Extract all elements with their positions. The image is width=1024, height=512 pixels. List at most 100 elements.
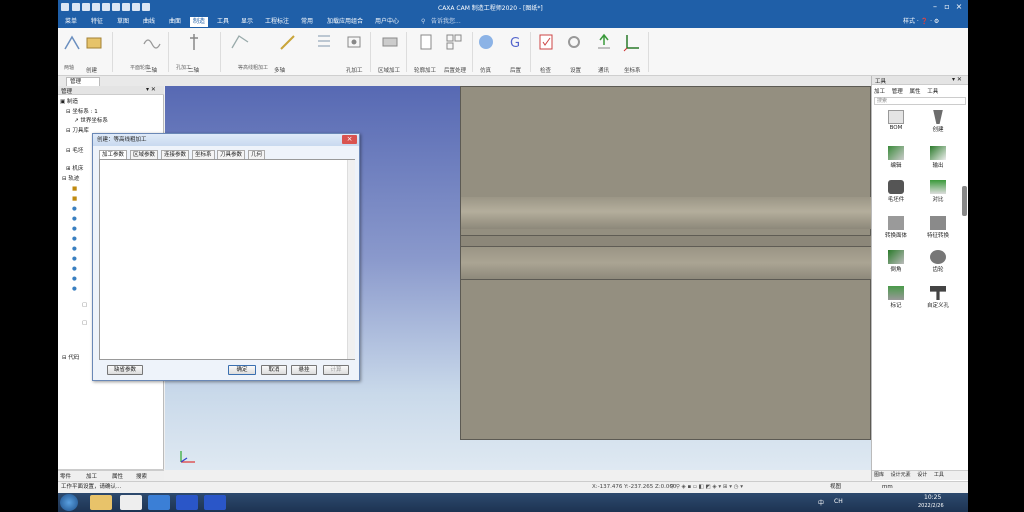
tab-geometry[interactable]: 几何 (248, 150, 266, 159)
tree-item-icon[interactable]: ● (72, 255, 77, 263)
tree-item-icon[interactable]: ● (72, 265, 77, 273)
view-tools[interactable]: ⚲ ⚲ ◈ ▪ ▫ ◧ ◩ ◈ ▾ ⊞ ▾ ◷ ▾ (670, 482, 743, 493)
tab-tool-props[interactable]: 属性 (910, 89, 921, 95)
finishing-button[interactable] (230, 32, 250, 52)
model-part[interactable] (460, 86, 872, 440)
tab-design[interactable]: 设计 (917, 472, 927, 478)
tab-machining[interactable]: 加工 (86, 472, 97, 480)
tool-output[interactable]: 输出 (918, 146, 958, 169)
tree-item-icon[interactable]: ▢ (82, 319, 87, 327)
axis-button[interactable] (622, 32, 642, 52)
tool-create[interactable]: 创建 (918, 110, 958, 133)
sphere-button[interactable] (476, 32, 496, 52)
tool-mark[interactable]: 标记 (876, 286, 916, 309)
post-button[interactable] (416, 32, 436, 52)
new-file-icon[interactable] (72, 3, 80, 11)
tool-edit[interactable]: 编辑 (876, 146, 916, 169)
close-window-button[interactable]: × (954, 2, 964, 12)
tab-gallery[interactable]: 图库 (874, 472, 884, 478)
menu-item-sketch[interactable]: 草图 (114, 17, 132, 27)
clock-date[interactable]: 2022/2/26 (918, 503, 944, 509)
tab-properties[interactable]: 属性 (112, 472, 123, 480)
scrollbar[interactable] (347, 160, 355, 359)
unit-label[interactable]: mm (882, 482, 893, 493)
clock-time[interactable]: 10:25 (924, 494, 941, 501)
tree-root[interactable]: ▣ 制造 (60, 98, 78, 106)
contour-button[interactable] (278, 32, 298, 52)
tab-search[interactable]: 搜索 (136, 472, 147, 480)
notepad-icon[interactable] (120, 495, 142, 510)
print-icon[interactable] (102, 3, 110, 11)
rough-button[interactable] (84, 32, 104, 52)
menu-item-curve[interactable]: 曲线 (140, 17, 158, 27)
code-button[interactable] (444, 32, 464, 52)
caxa-icon[interactable] (176, 495, 198, 510)
tree-item[interactable]: ⊞ 机床 (66, 165, 83, 173)
tree-folder[interactable]: ■ (72, 195, 77, 203)
suspend-button[interactable]: 悬挂 (291, 365, 317, 375)
explorer-icon[interactable] (90, 495, 112, 510)
tree-item-icon[interactable]: ▢ (82, 301, 87, 309)
search-icon[interactable]: ⚲ (418, 17, 428, 27)
drill-button[interactable] (184, 32, 204, 52)
ok-button[interactable]: 确定 (228, 365, 256, 375)
copy-icon[interactable] (142, 3, 150, 11)
default-params-button[interactable]: 缺省参数 (107, 365, 143, 375)
meeting-app-icon[interactable] (148, 495, 170, 510)
tree-item-icon[interactable]: ● (72, 275, 77, 283)
hole-button[interactable] (344, 32, 364, 52)
calculate-button[interactable]: 计算 (323, 365, 349, 375)
tree-item[interactable]: ⊟ 轨迹 (62, 175, 79, 183)
style-controls[interactable]: 样式 · ❓ · ⚙ (900, 17, 942, 27)
start-button[interactable] (60, 494, 78, 511)
export-button[interactable] (594, 32, 614, 52)
menu-item-surface[interactable]: 曲面 (166, 17, 184, 27)
cut-icon[interactable] (132, 3, 140, 11)
restore-button[interactable]: ▫ (942, 2, 952, 12)
save-icon[interactable] (92, 3, 100, 11)
tree-item[interactable]: ⊟ 毛坯 (66, 147, 83, 155)
view-label[interactable]: 视图 (830, 482, 841, 493)
open-file-icon[interactable] (82, 3, 90, 11)
menu-item-user-center[interactable]: 用户中心 (372, 17, 402, 27)
menu-item-display[interactable]: 显示 (238, 17, 256, 27)
doc-tab[interactable]: 管理 (66, 77, 100, 86)
tab-region-params[interactable]: 区域参数 (130, 150, 159, 159)
tab-coord-system[interactable]: 坐标系 (192, 150, 215, 159)
tab-design-elements[interactable]: 设计元素 (891, 472, 911, 478)
tree-item[interactable]: ⊟ 代码 (62, 354, 79, 362)
tree-item-icon[interactable]: ● (72, 285, 77, 293)
tool-convert[interactable]: 转换面体 (876, 216, 916, 239)
cancel-button[interactable]: 取消 (261, 365, 287, 375)
menu-item-tools[interactable]: 工具 (214, 17, 232, 27)
tree-item[interactable]: ⊟ 坐标系 : 1 (66, 108, 98, 116)
menu-item-load-apps[interactable]: 加载应用组合 (324, 17, 366, 27)
pin-icon[interactable]: ▾ ✕ (952, 76, 962, 83)
tab-tools[interactable]: 工具 (934, 472, 944, 478)
tool-bom[interactable]: BOM (876, 110, 916, 131)
menu-item-manufacture[interactable]: 制造 (190, 17, 209, 27)
tab-connect-params[interactable]: 连接参数 (161, 150, 190, 159)
tab-tool-machining[interactable]: 加工 (874, 89, 885, 95)
tool-gear[interactable]: 齿轮 (918, 250, 958, 273)
tab-tool-tools[interactable]: 工具 (927, 89, 938, 95)
tree-item-icon[interactable]: ● (72, 225, 77, 233)
tree-folder[interactable]: ■ (72, 185, 77, 193)
dialog-close-button[interactable]: × (342, 135, 357, 144)
tool-search-input[interactable]: 搜索 (874, 97, 966, 105)
redo-icon[interactable] (122, 3, 130, 11)
tree-item-icon[interactable]: ● (72, 235, 77, 243)
menu-item-common[interactable]: 常用 (298, 17, 316, 27)
tree-item-icon[interactable]: ● (72, 215, 77, 223)
scan-button[interactable] (314, 32, 334, 52)
tree-item[interactable]: ⊟ 刀具库 (66, 127, 89, 135)
two-axis-button[interactable] (62, 32, 82, 52)
tool-feature[interactable]: 特征转换 (918, 216, 958, 239)
tool-compare[interactable]: 对比 (918, 180, 958, 203)
undo-icon[interactable] (112, 3, 120, 11)
tool-custom-hole[interactable]: 自定义孔 (918, 286, 958, 309)
wave-button[interactable] (142, 32, 162, 52)
tree-item-icon[interactable]: ● (72, 245, 77, 253)
caxa-icon[interactable] (204, 495, 226, 510)
menu-item-annotation[interactable]: 工程标注 (262, 17, 292, 27)
